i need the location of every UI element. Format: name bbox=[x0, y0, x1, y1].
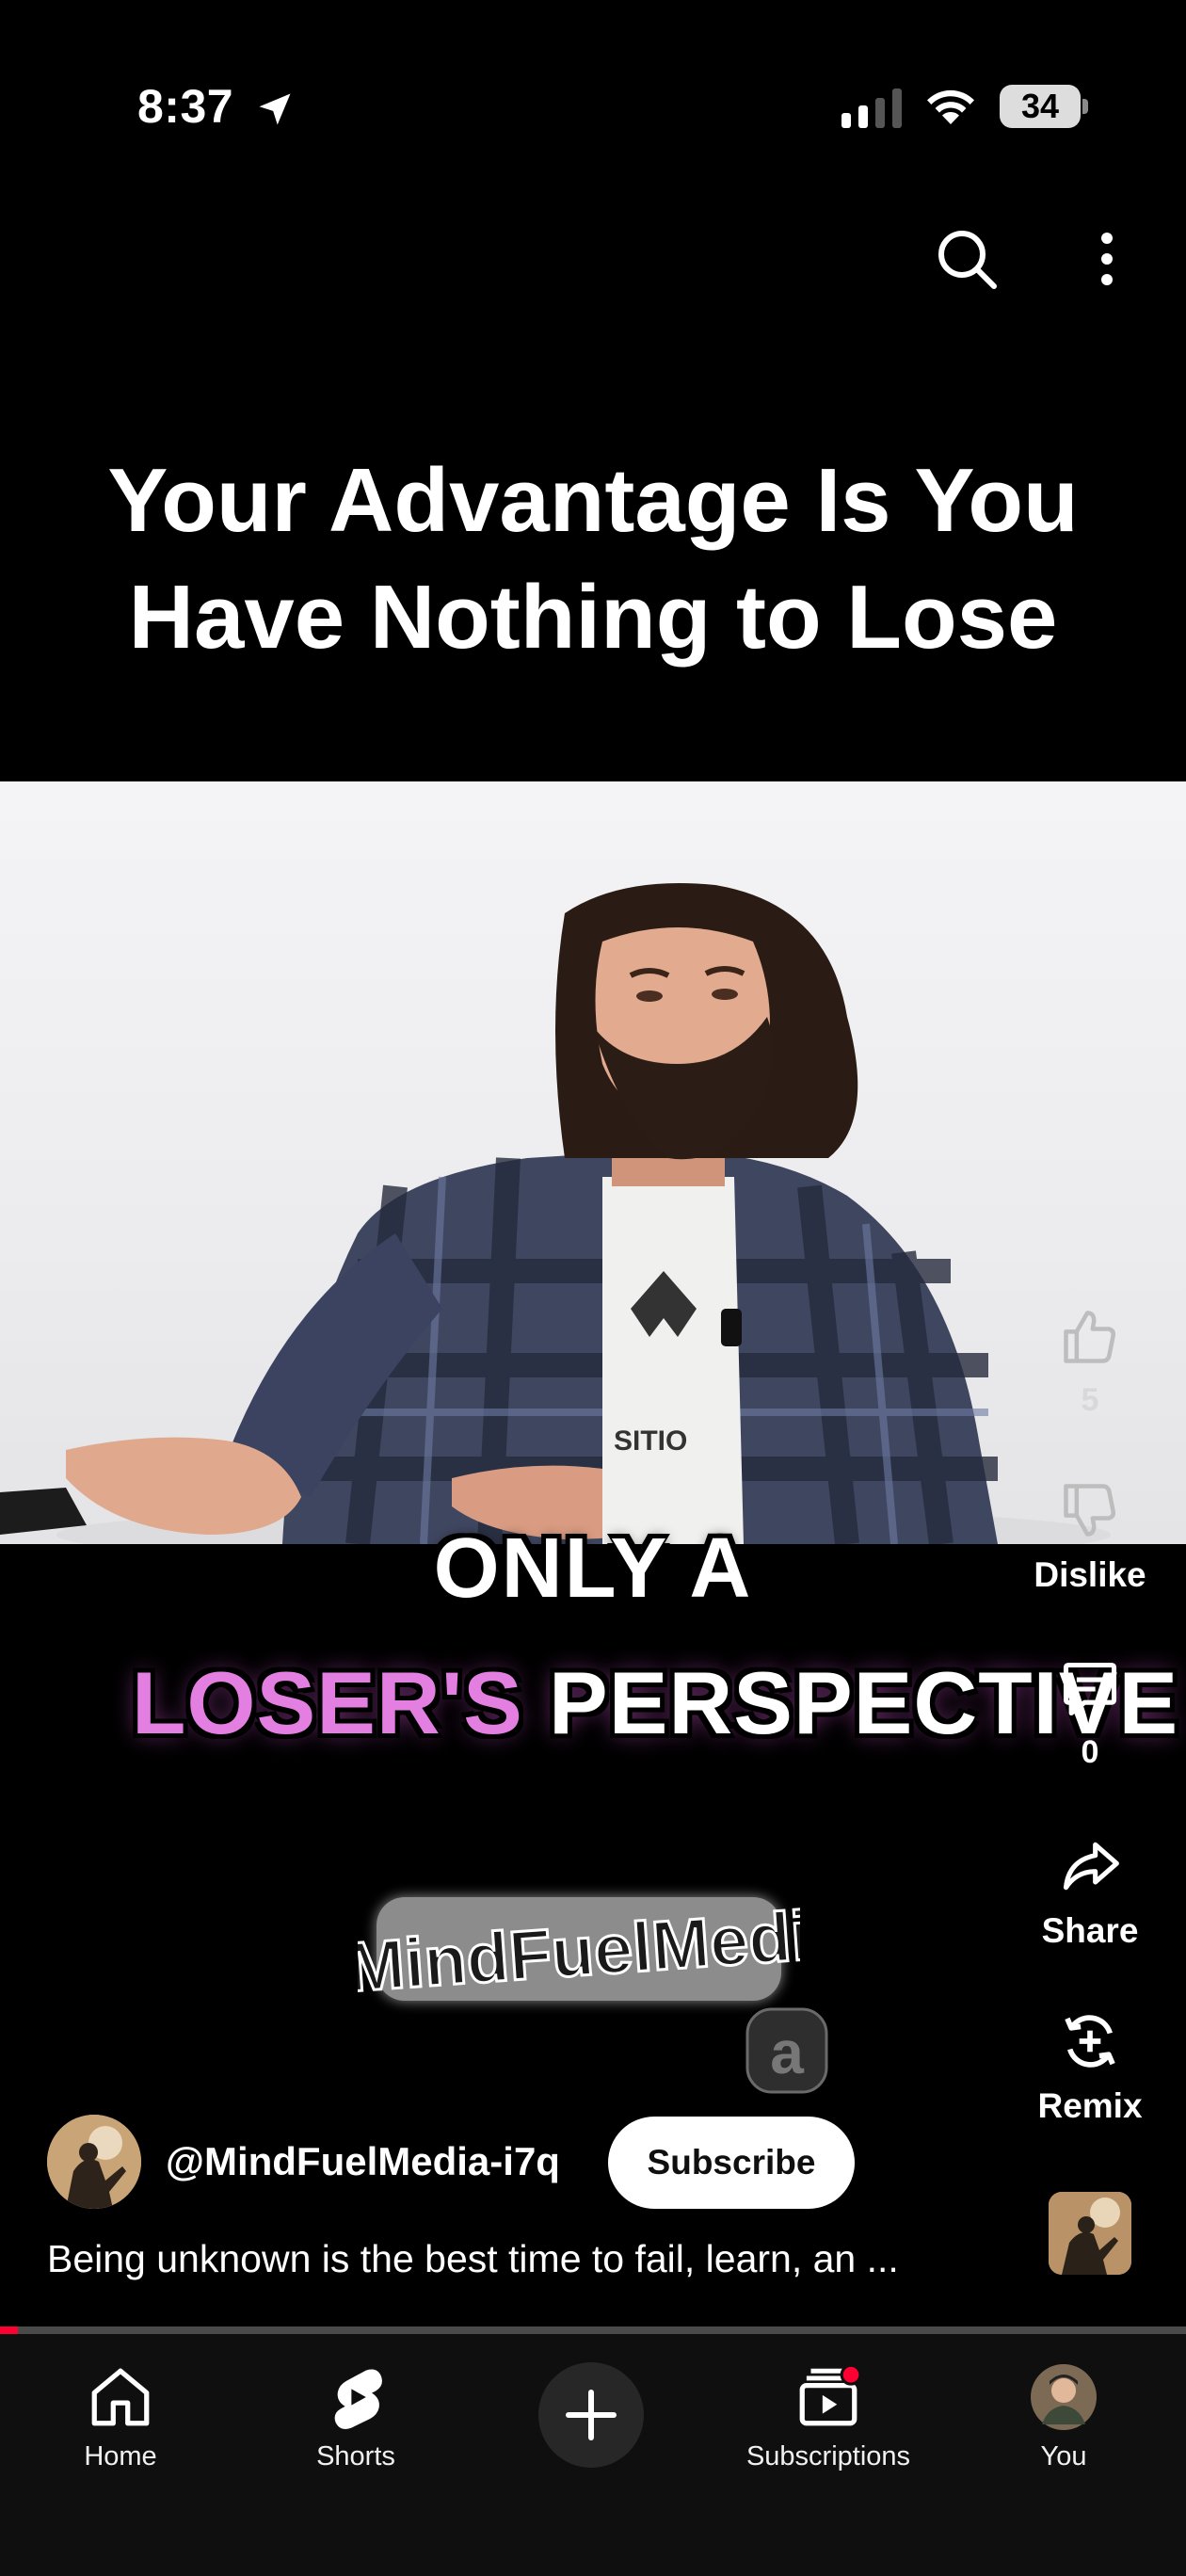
shorts-icon bbox=[334, 2369, 382, 2429]
share-arrow-icon bbox=[1063, 1842, 1119, 1891]
nav-shorts-label: Shorts bbox=[316, 2441, 395, 2471]
nav-home-label: Home bbox=[84, 2441, 157, 2471]
remix-button[interactable]: Remix bbox=[1015, 2009, 1165, 2126]
home-icon bbox=[91, 2368, 150, 2426]
channel-avatar[interactable] bbox=[47, 2115, 141, 2209]
caption-highlight-word: LOSER'S bbox=[132, 1653, 523, 1752]
create-button[interactable] bbox=[538, 2362, 644, 2468]
video-progress-fill bbox=[0, 2326, 18, 2334]
remix-label: Remix bbox=[1037, 2086, 1143, 2125]
battery-level: 34 bbox=[1000, 85, 1081, 128]
channel-avatar-image bbox=[47, 2115, 141, 2209]
sound-thumbnail[interactable] bbox=[1049, 2192, 1131, 2275]
video-title-line1: Your Advantage Is You bbox=[107, 450, 1079, 551]
plus-icon bbox=[566, 2390, 617, 2440]
dislike-label: Dislike bbox=[1034, 1555, 1146, 1594]
dislike-button[interactable]: Dislike bbox=[1015, 1478, 1165, 1595]
channel-handle[interactable]: @MindFuelMedia-i7q bbox=[166, 2139, 560, 2184]
video-progress-bar[interactable] bbox=[0, 2326, 1186, 2334]
svg-text:SITIO: SITIO bbox=[614, 1425, 687, 1457]
mindfuelmedia-watermark-logo: MindFuelMedi bbox=[358, 1894, 800, 2007]
location-arrow-icon bbox=[259, 93, 291, 125]
subscribe-button[interactable]: Subscribe bbox=[608, 2117, 855, 2209]
share-button[interactable]: Share bbox=[1015, 1834, 1165, 1951]
comment-icon bbox=[1063, 1662, 1117, 1716]
video-description[interactable]: Being unknown is the best time to fail, … bbox=[47, 2237, 1007, 2281]
comments-button[interactable]: 0 bbox=[1015, 1657, 1165, 1771]
nav-you[interactable]: You bbox=[960, 2362, 1167, 2472]
bottom-navigation: Home Shorts Subscriptions You bbox=[0, 2334, 1186, 2576]
nav-you-label: You bbox=[1040, 2441, 1087, 2471]
comment-count: 0 bbox=[1081, 1734, 1099, 1770]
nav-shorts[interactable]: Shorts bbox=[252, 2362, 459, 2472]
like-button[interactable]: 5 bbox=[1015, 1305, 1165, 1419]
battery-indicator: 34 bbox=[1000, 85, 1088, 130]
nav-subscriptions[interactable]: Subscriptions bbox=[724, 2362, 933, 2472]
video-frame[interactable]: SITIO bbox=[0, 781, 1186, 1544]
more-vertical-icon[interactable] bbox=[1090, 231, 1124, 287]
video-still-illustration: SITIO bbox=[0, 883, 1111, 1544]
remix-icon bbox=[1065, 2015, 1115, 2068]
shorts-player-screen: 8:37 34 Your Advantage Is You Have Nothi… bbox=[0, 0, 1186, 2576]
share-label: Share bbox=[1041, 1911, 1139, 1950]
caption-line1: ONLY A bbox=[433, 1521, 753, 1616]
user-avatar-icon bbox=[1031, 2364, 1097, 2430]
wifi-icon bbox=[927, 89, 974, 124]
thumbs-up-icon bbox=[1064, 1311, 1116, 1363]
cellular-signal-icon bbox=[841, 89, 902, 128]
status-time: 8:37 bbox=[137, 80, 234, 133]
search-icon[interactable] bbox=[934, 226, 1000, 292]
like-count: 5 bbox=[1081, 1382, 1099, 1418]
nav-home[interactable]: Home bbox=[17, 2362, 224, 2472]
svg-text:a: a bbox=[770, 2019, 804, 2086]
nav-subscriptions-label: Subscriptions bbox=[745, 2441, 911, 2471]
sound-thumbnail-image bbox=[1049, 2192, 1131, 2275]
video-title-line2: Have Nothing to Lose bbox=[128, 567, 1058, 668]
subscriptions-icon bbox=[799, 2363, 862, 2426]
thumbs-down-icon bbox=[1064, 1484, 1116, 1537]
video-title-overlay: Your Advantage Is You Have Nothing to Lo… bbox=[0, 443, 1186, 676]
mindfuelmedia-watermark-a: a bbox=[745, 2007, 828, 2094]
